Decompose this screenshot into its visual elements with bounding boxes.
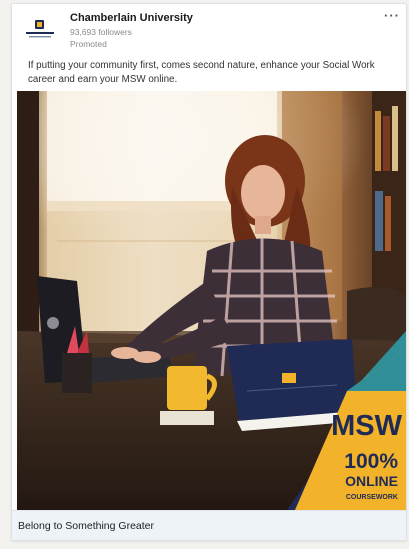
msw-headline: MSW [331,410,403,442]
follower-count: 93,693 followers [70,27,132,37]
coursework-label: COURSEWORK [346,494,398,501]
ad-photo-illustration: MSW 100% ONLINE COURSEWORK [17,91,406,510]
percent-online-text: 100% [344,450,398,473]
more-options-icon[interactable]: ··· [384,8,400,23]
post-body-text: If putting your community first, comes s… [28,60,375,85]
company-name[interactable]: Chamberlain University [70,12,193,24]
online-label: ONLINE [345,473,398,489]
ad-cta-bar[interactable]: Belong to Something Greater [12,510,406,540]
post-header: Chamberlain University 93,693 followers … [12,4,406,56]
promoted-label: Promoted [70,39,107,49]
chamberlain-logo-icon[interactable] [25,18,55,40]
sponsored-post-card: Chamberlain University 93,693 followers … [11,3,407,541]
ad-creative-image[interactable]: MSW 100% ONLINE COURSEWORK [17,91,406,510]
cta-headline[interactable]: Belong to Something Greater [18,520,154,532]
